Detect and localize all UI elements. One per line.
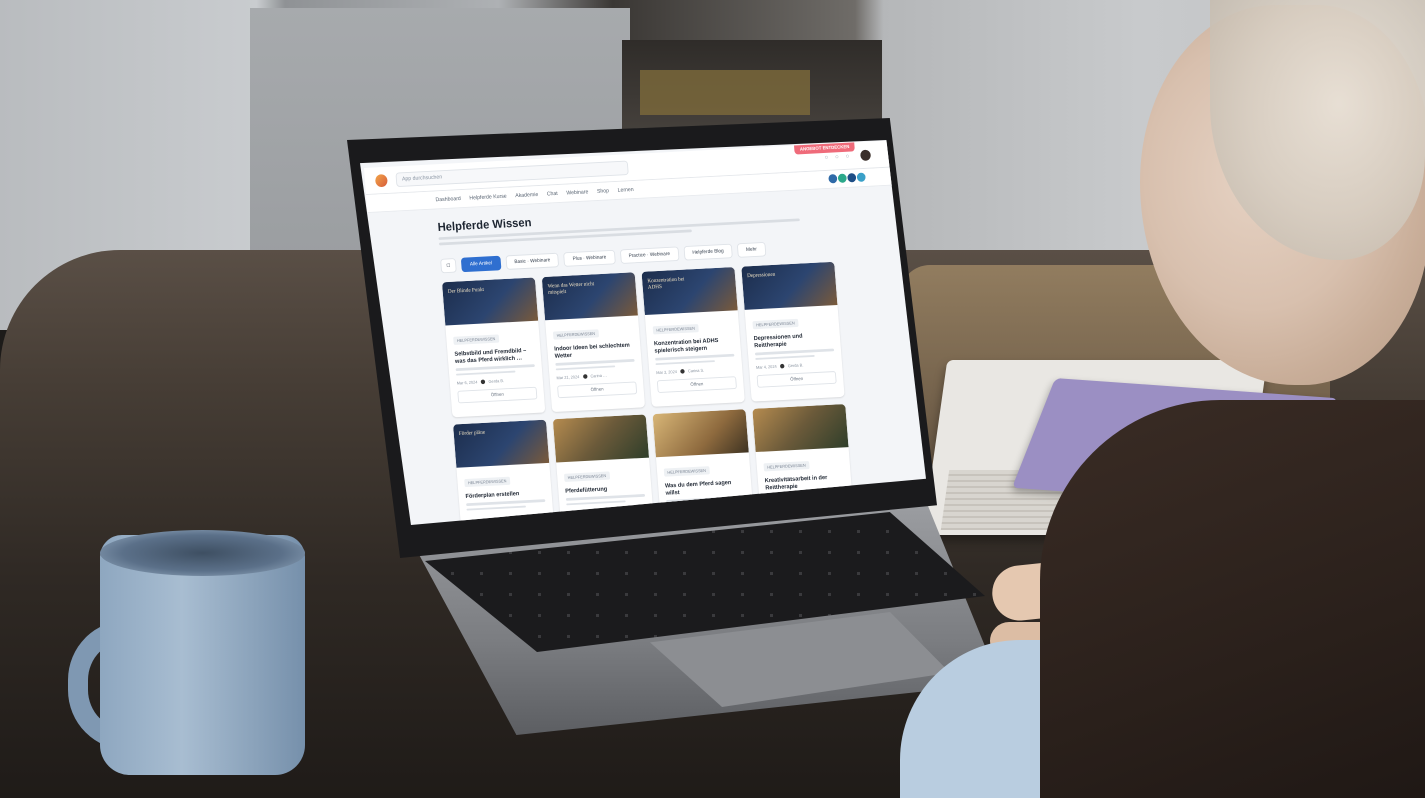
nav-item-shop[interactable]: Shop xyxy=(597,188,609,194)
author-avatar xyxy=(779,363,785,369)
card-meta: Mar 21, 2024 Carina … xyxy=(556,373,608,381)
photo-scene: App durchsuchen ANGEBOT ENTDECKEN ○ ○ ○ … xyxy=(0,0,1425,798)
nav-item-kurse[interactable]: Helpferde Kurse xyxy=(469,194,507,201)
nav-item-chat[interactable]: Chat xyxy=(547,191,558,197)
category-tag: HELPFERDEWISSEN xyxy=(464,476,511,488)
article-card[interactable]: Der Blinde Punkt HELPFERDEWISSEN Selbstb… xyxy=(441,277,546,418)
category-tag: HELPFERDEWISSEN xyxy=(763,461,810,472)
filter-plus[interactable]: Plus · Webinare xyxy=(563,249,616,267)
mug-rim xyxy=(100,530,305,576)
notification-icon[interactable]: ○ ○ ○ xyxy=(824,153,852,161)
website: App durchsuchen ANGEBOT ENTDECKEN ○ ○ ○ … xyxy=(364,140,926,525)
site-logo[interactable] xyxy=(374,173,388,187)
background-light-patch xyxy=(640,70,810,115)
author-avatar xyxy=(582,374,588,379)
user-avatar[interactable] xyxy=(858,147,874,163)
card-title: Selbstbild und Fremdbild – was das Pferd… xyxy=(454,347,527,365)
card-meta: Mar 4, 2024 Gerda B. xyxy=(755,362,804,370)
laptop-screen: App durchsuchen ANGEBOT ENTDECKEN ○ ○ ○ … xyxy=(360,140,926,525)
category-tag: HELPFERDEWISSEN xyxy=(563,471,610,482)
category-tag: HELPFERDEWISSEN xyxy=(552,329,599,340)
card-title: Depressionen und Reittherapie xyxy=(753,333,803,350)
filter-basic[interactable]: Basic · Webinare xyxy=(505,252,560,270)
category-tag: HELPFERDEWISSEN xyxy=(652,324,699,335)
nav-item-webinare[interactable]: Webinare xyxy=(566,189,588,196)
open-button[interactable]: Öffnen xyxy=(457,386,538,404)
nav-item-lernen[interactable]: Lernen xyxy=(617,187,633,193)
author-avatar xyxy=(480,379,486,385)
filter-all[interactable]: Alle Artikel xyxy=(460,255,502,273)
person-shoulder xyxy=(1040,400,1425,798)
nav-item-dashboard[interactable]: Dashboard xyxy=(435,196,461,203)
card-meta: Mar 6, 2024 Gerda B. xyxy=(456,378,505,386)
main-content: Helpferde Wissen ◻ Alle Artikel Basic · … xyxy=(368,184,927,525)
article-card[interactable]: Konzentration bei ADHS HELPFERDEWISSEN K… xyxy=(641,267,745,407)
card-title: Indoor Ideen bei schlechtem Wetter xyxy=(554,342,630,360)
article-card[interactable]: Förder pläne HELPFERDEWISSEN Förderplan … xyxy=(453,419,557,525)
filter-more[interactable]: Mehr xyxy=(736,241,767,258)
filter-bookmark-icon[interactable]: ◻ xyxy=(440,258,457,274)
article-card[interactable]: Wenn das Wetter nicht mitspielt HELPFERD… xyxy=(541,272,646,413)
card-meta: Mar 3, 2024 Carina S. xyxy=(656,367,705,375)
nav-item-akademie[interactable]: Akademie xyxy=(515,192,538,199)
open-button[interactable]: Öffnen xyxy=(756,371,837,388)
author-avatar xyxy=(680,369,685,374)
category-tag: HELPFERDEWISSEN xyxy=(663,466,710,477)
card-title: Konzentration bei ADHS spielerisch steig… xyxy=(653,337,719,355)
open-button[interactable]: Öffnen xyxy=(557,381,638,399)
filter-practice[interactable]: Practice · Webinare xyxy=(619,246,680,264)
article-grid: Der Blinde Punkt HELPFERDEWISSEN Selbstb… xyxy=(441,261,876,525)
card-title: Was du dem Pferd sagen willst xyxy=(664,479,732,497)
category-tag: HELPFERDEWISSEN xyxy=(453,334,500,345)
category-tag: HELPFERDEWISSEN xyxy=(752,318,799,330)
open-button[interactable]: Öffnen xyxy=(656,376,737,393)
filter-blog[interactable]: Helpferde Blog xyxy=(683,243,733,261)
article-card[interactable]: Depressionen HELPFERDEWISSEN Depressione… xyxy=(741,261,845,402)
member-avatars xyxy=(828,172,866,184)
